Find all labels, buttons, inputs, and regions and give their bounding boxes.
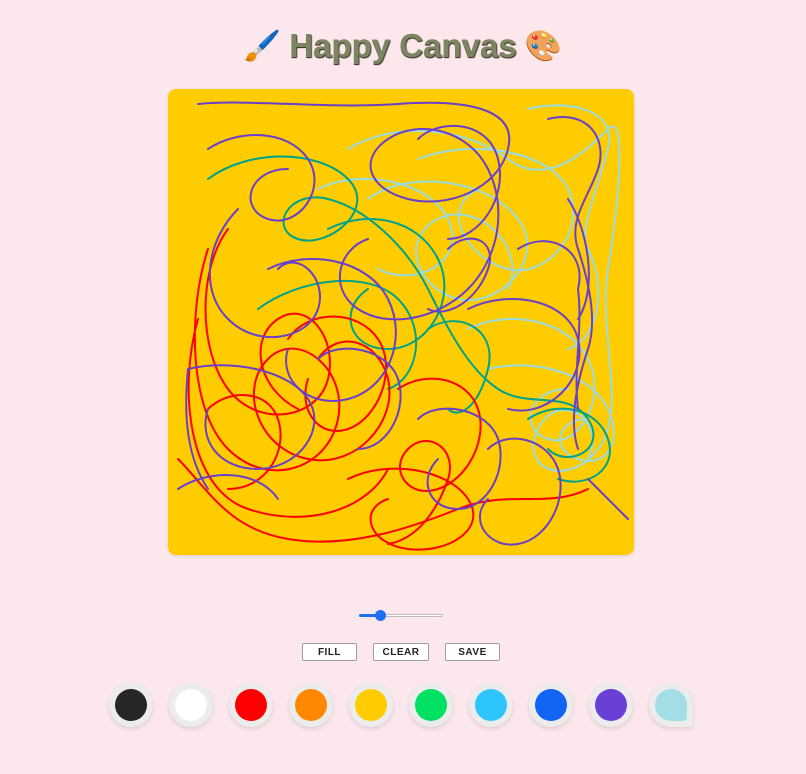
- save-button[interactable]: SAVE: [445, 643, 500, 661]
- clear-button[interactable]: CLEAR: [373, 643, 429, 661]
- color-dot: [535, 689, 567, 721]
- canvas-background: [168, 89, 634, 555]
- color-swatch-orange[interactable]: [289, 683, 333, 727]
- fill-button[interactable]: FILL: [302, 643, 357, 661]
- color-dot: [475, 689, 507, 721]
- color-swatch-red[interactable]: [229, 683, 273, 727]
- color-swatch-yellow[interactable]: [349, 683, 393, 727]
- color-swatch-black[interactable]: [109, 683, 153, 727]
- color-dot: [295, 689, 327, 721]
- color-palette: [0, 683, 806, 727]
- color-swatch-light-blue[interactable]: [649, 683, 693, 727]
- color-dot: [175, 689, 207, 721]
- color-dot: [355, 689, 387, 721]
- color-dot: [115, 689, 147, 721]
- palette-icon: 🎨: [524, 29, 563, 63]
- paintbrush-icon: 🖌️: [243, 29, 282, 63]
- slider-thumb[interactable]: [375, 610, 386, 621]
- color-swatch-purple[interactable]: [589, 683, 633, 727]
- drawing-surface[interactable]: [168, 89, 634, 555]
- color-dot: [595, 689, 627, 721]
- brush-size-slider[interactable]: [359, 610, 443, 622]
- color-swatch-green[interactable]: [409, 683, 453, 727]
- drawing-canvas[interactable]: [168, 89, 634, 555]
- color-swatch-blue[interactable]: [529, 683, 573, 727]
- color-swatch-sky-blue[interactable]: [469, 683, 513, 727]
- color-dot: [415, 689, 447, 721]
- color-dot: [235, 689, 267, 721]
- color-dot: [655, 689, 687, 721]
- color-swatch-white[interactable]: [169, 683, 213, 727]
- app-title-text: Happy Canvas: [289, 27, 517, 64]
- app-title: 🖌️ Happy Canvas 🎨: [0, 24, 806, 68]
